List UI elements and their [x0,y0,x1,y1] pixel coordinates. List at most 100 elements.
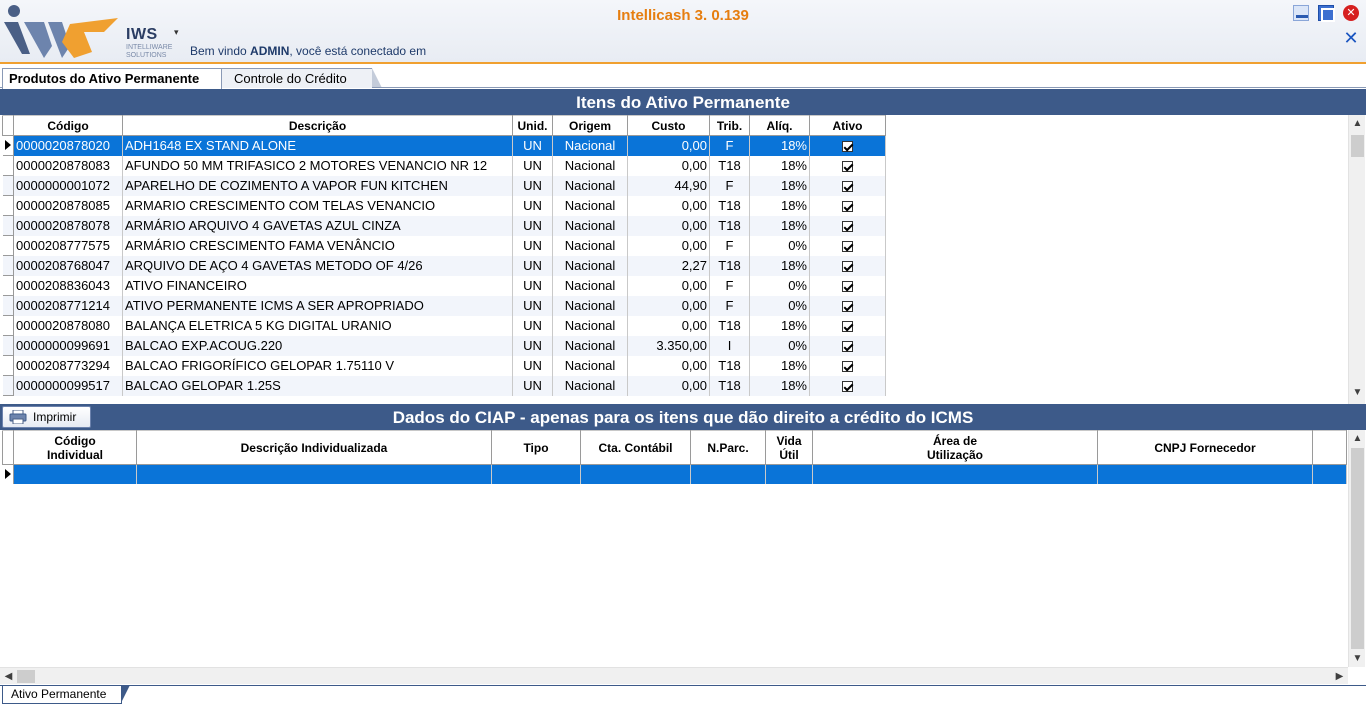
cell-origem[interactable]: Nacional [552,355,628,376]
ativo-checkbox[interactable] [842,341,853,353]
items-scroll-thumb[interactable] [1351,135,1364,157]
table-row[interactable]: 0000208777575 ARMÁRIO CRESCIMENTO FAMA VE… [2,235,886,256]
col-header-descricao[interactable]: Descrição [122,115,513,136]
cell-descricao[interactable]: BALANÇA ELETRICA 5 KG DIGITAL URANIO [122,315,513,336]
ativo-checkbox[interactable] [842,301,853,313]
cell-unid[interactable]: UN [512,155,553,176]
cell-origem[interactable]: Nacional [552,195,628,216]
cell-unid[interactable]: UN [512,175,553,196]
cell-codigo[interactable]: 0000208771214 [13,295,123,316]
col-header-n-parc[interactable]: N.Parc. [690,430,766,465]
cell-descricao[interactable]: ATIVO FINANCEIRO [122,275,513,296]
cell[interactable] [812,464,1098,484]
cell-aliq[interactable]: 18% [749,155,810,176]
cell-descricao[interactable]: APARELHO DE COZIMENTO A VAPOR FUN KITCHE… [122,175,513,196]
cell-unid[interactable]: UN [512,335,553,356]
cell-origem[interactable]: Nacional [552,135,628,156]
table-row[interactable]: 0000208768047 ARQUIVO DE AÇO 4 GAVETAS ME… [2,255,886,276]
minimize-icon[interactable] [1293,5,1309,21]
col-header-aliq[interactable]: Alíq. [749,115,810,136]
ativo-checkbox[interactable] [842,141,853,153]
cell-custo[interactable]: 0,00 [627,295,710,316]
ativo-checkbox[interactable] [842,181,853,193]
table-row[interactable]: 0000000001072 APARELHO DE COZIMENTO A VAP… [2,175,886,196]
col-header-cnpj-fornecedor[interactable]: CNPJ Fornecedor [1097,430,1313,465]
cell-custo[interactable]: 0,00 [627,155,710,176]
user-menu-arrow-icon[interactable]: ▾ [174,27,179,38]
cell-unid[interactable]: UN [512,275,553,296]
col-header-cta-contabil[interactable]: Cta. Contábil [580,430,691,465]
col-header-codigo[interactable]: Código [13,115,123,136]
cell-aliq[interactable]: 18% [749,195,810,216]
cell-origem[interactable]: Nacional [552,295,628,316]
table-row[interactable]: 0000020878078 ARMÁRIO ARQUIVO 4 GAVETAS A… [2,215,886,236]
table-row[interactable]: 0000020878020 ADH1648 EX STAND ALONE UN Nac… [2,135,886,156]
table-row[interactable]: 0000208773294 BALCAO FRIGORÍFICO GELOPAR … [2,355,886,376]
cell-codigo[interactable]: 0000020878083 [13,155,123,176]
table-row[interactable]: 0000208771214 ATIVO PERMANENTE ICMS A SER… [2,295,886,316]
cell-unid[interactable]: UN [512,315,553,336]
cell-ativo[interactable] [809,375,886,396]
cell-trib[interactable]: T18 [709,195,750,216]
col-header-origem[interactable]: Origem [552,115,628,136]
ativo-checkbox[interactable] [842,321,853,333]
col-header-ativo[interactable]: Ativo [809,115,886,136]
scroll-right-icon[interactable]: ▶ [1331,668,1348,685]
items-grid[interactable]: Código Descrição Unid. Origem Custo Trib… [0,115,1366,404]
col-header-custo[interactable]: Custo [627,115,710,136]
cell[interactable] [1312,464,1347,484]
scroll-down-icon[interactable]: ▼ [1349,650,1366,667]
print-button[interactable]: Imprimir [2,406,91,428]
cell-aliq[interactable]: 18% [749,315,810,336]
close-x-icon[interactable]: ✕ [1343,29,1359,47]
ciap-vertical-scrollbar[interactable]: ▲ ▼ [1348,430,1365,667]
scroll-down-icon[interactable]: ▼ [1349,384,1366,401]
cell-aliq[interactable]: 18% [749,135,810,156]
cell-unid[interactable]: UN [512,195,553,216]
col-header-descricao-individualizada[interactable]: Descrição Individualizada [136,430,492,465]
scroll-up-icon[interactable]: ▲ [1349,430,1366,447]
cell[interactable] [13,464,137,484]
ativo-checkbox[interactable] [842,241,853,253]
table-row[interactable]: 0000020878083 AFUNDO 50 MM TRIFASICO 2 MO… [2,155,886,176]
cell-unid[interactable]: UN [512,355,553,376]
cell-descricao[interactable]: ARQUIVO DE AÇO 4 GAVETAS METODO OF 4/26 [122,255,513,276]
col-header-codigo-individual[interactable]: Código Individual [13,430,137,465]
cell-trib[interactable]: F [709,175,750,196]
cell[interactable] [491,464,581,484]
cell[interactable] [1097,464,1313,484]
cell-ativo[interactable] [809,135,886,156]
table-row[interactable]: 0000020878080 BALANÇA ELETRICA 5 KG DIGIT… [2,315,886,336]
cell-ativo[interactable] [809,215,886,236]
cell-aliq[interactable]: 18% [749,375,810,396]
cell-ativo[interactable] [809,235,886,256]
cell-aliq[interactable]: 18% [749,215,810,236]
cell-trib[interactable]: T18 [709,375,750,396]
cell-descricao[interactable]: BALCAO FRIGORÍFICO GELOPAR 1.75110 V [122,355,513,376]
table-row[interactable]: 0000020878085 ARMARIO CRESCIMENTO COM TEL… [2,195,886,216]
col-header-vida-util[interactable]: Vida Útil [765,430,813,465]
cell-custo[interactable]: 2,27 [627,255,710,276]
ativo-checkbox[interactable] [842,381,853,393]
cell-codigo[interactable]: 0000000099691 [13,335,123,356]
cell-codigo[interactable]: 0000020878020 [13,135,123,156]
cell-unid[interactable]: UN [512,255,553,276]
cell-aliq[interactable]: 18% [749,255,810,276]
cell-aliq[interactable]: 18% [749,175,810,196]
tab-controle-do-credito[interactable]: Controle do Crédito [222,68,382,88]
cell-ativo[interactable] [809,155,886,176]
cell-custo[interactable]: 0,00 [627,195,710,216]
cell-unid[interactable]: UN [512,295,553,316]
ativo-checkbox[interactable] [842,221,853,233]
cell-ativo[interactable] [809,195,886,216]
cell-custo[interactable]: 0,00 [627,315,710,336]
cell-ativo[interactable] [809,315,886,336]
cell-origem[interactable]: Nacional [552,375,628,396]
ativo-checkbox[interactable] [842,201,853,213]
ciap-horizontal-scrollbar[interactable]: ◀ ▶ [0,667,1348,684]
table-row[interactable]: 0000208836043 ATIVO FINANCEIRO UN Nacional 0… [2,275,886,296]
cell-trib[interactable]: T18 [709,155,750,176]
cell-unid[interactable]: UN [512,375,553,396]
cell-origem[interactable]: Nacional [552,275,628,296]
cell-custo[interactable]: 0,00 [627,275,710,296]
